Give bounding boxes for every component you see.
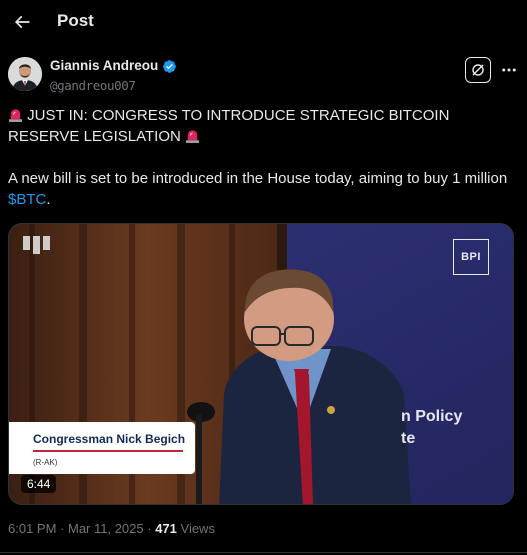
author-name[interactable]: Giannis Andreou [50, 58, 158, 73]
page-title: Post [57, 11, 94, 30]
meta-separator: · [143, 521, 156, 536]
background-text: te [401, 430, 416, 447]
avatar[interactable] [8, 57, 42, 91]
post-date[interactable]: Mar 11, 2025 [68, 521, 144, 536]
speaker-name: Congressman Nick Begich [33, 432, 186, 446]
siren-icon [185, 130, 200, 143]
views-label: Views [176, 521, 215, 536]
headline-text: JUST IN: CONGRESS TO INTRODUCE STRATEGIC… [8, 107, 450, 145]
more-icon [502, 68, 516, 72]
author-handle[interactable]: @gandreou007 [50, 78, 136, 93]
siren-icon [8, 109, 23, 122]
bpi-logo: BPI [453, 239, 489, 275]
grok-icon [472, 64, 484, 76]
meta-separator: · [56, 521, 68, 536]
divider [0, 552, 527, 553]
post-time[interactable]: 6:01 PM [8, 521, 56, 536]
lower-third-caption: Congressman Nick Begich (R-AK) [9, 422, 195, 474]
grok-button[interactable] [465, 57, 491, 83]
video-player[interactable]: BPI n Policy te Congressman Nick Begich … [8, 223, 514, 505]
tweet-headline: JUST IN: CONGRESS TO INTRODUCE STRATEGIC… [8, 105, 518, 147]
video-duration: 6:44 [21, 475, 57, 493]
speaker-affiliation: (R-AK) [33, 458, 58, 467]
views-count: 471 [155, 521, 177, 536]
back-arrow-icon [14, 15, 30, 29]
post-metadata: 6:01 PM · Mar 11, 2025 · 471 Views [8, 521, 215, 536]
body-text: A new bill is set to be introduced in th… [8, 170, 508, 187]
top-bar: Post [0, 0, 527, 44]
background-text: n Policy [401, 408, 463, 425]
caption-rule [33, 450, 183, 452]
back-button[interactable] [8, 8, 36, 36]
cashtag-link[interactable]: $BTC [8, 191, 46, 208]
tweet-text: JUST IN: CONGRESS TO INTRODUCE STRATEGIC… [8, 105, 518, 231]
more-button[interactable] [498, 57, 520, 83]
tweet-body: A new bill is set to be introduced in th… [8, 168, 518, 210]
verified-badge-icon [163, 60, 176, 73]
body-suffix: . [46, 191, 51, 208]
